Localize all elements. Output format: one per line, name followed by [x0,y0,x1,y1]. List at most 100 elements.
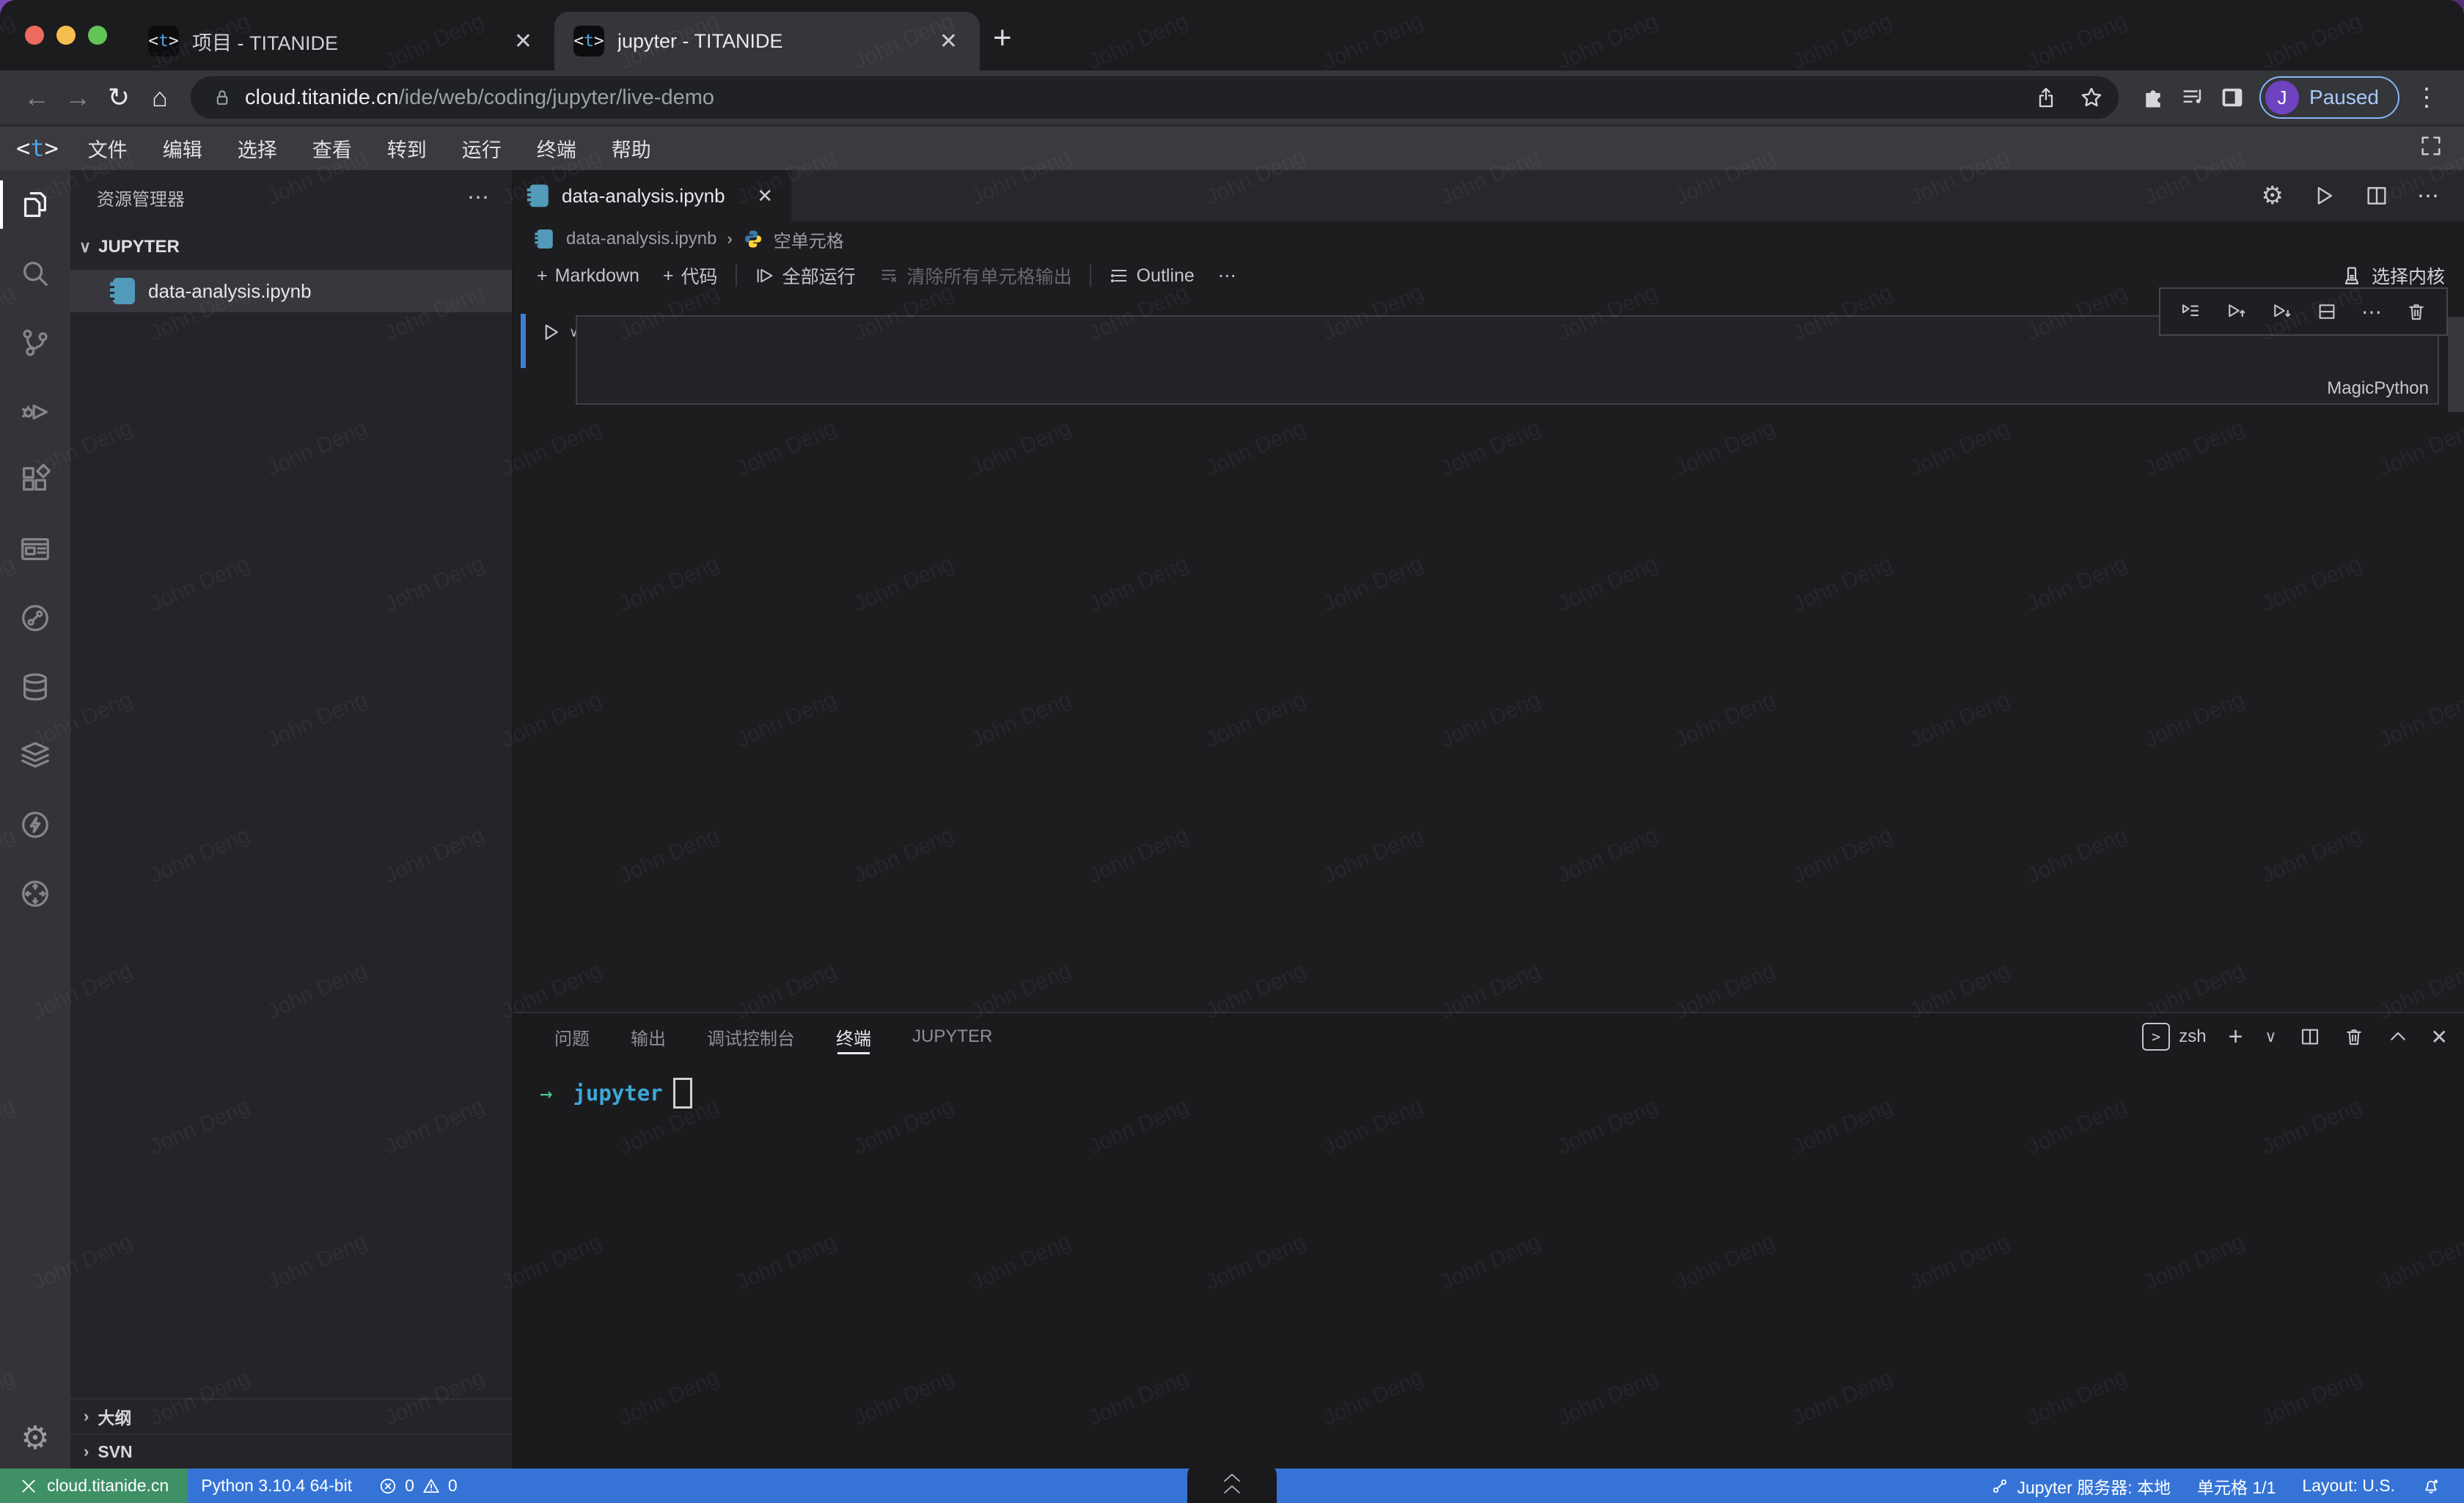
scrollbar-thumb[interactable] [2448,317,2464,412]
notebook-file-icon [537,229,553,249]
run-by-line-icon[interactable] [2179,301,2201,323]
forward-icon[interactable]: → [57,77,98,118]
section-outline[interactable]: › 大纲 [70,1398,512,1433]
menu-help[interactable]: 帮助 [594,126,669,170]
execute-below-icon[interactable] [2270,301,2292,323]
profile-chip[interactable]: J Paused [2259,76,2399,119]
close-panel-icon[interactable]: ✕ [2431,1025,2448,1049]
explorer-sidebar: 资源管理器 ⋯ ∨ JUPYTER data-analysis.ipynb › … [70,170,513,1469]
browser-preview-icon[interactable] [0,515,70,584]
remote-indicator[interactable]: cloud.titanide.cn [0,1469,188,1503]
lightning-icon[interactable] [0,790,70,859]
section-svn[interactable]: › SVN [70,1433,512,1469]
address-bar[interactable]: cloud.titanide.cn/ide/web/coding/jupyter… [191,76,2119,119]
back-icon[interactable]: ← [16,77,57,118]
expand-panel-button[interactable] [1187,1463,1277,1503]
editor-more-icon[interactable]: ⋯ [2417,183,2441,209]
close-tab-icon[interactable]: ✕ [511,29,535,54]
reload-icon[interactable]: ↻ [98,77,139,118]
browser-tab-jupyter[interactable]: <t> jupyter - TITANIDE ✕ [554,12,980,70]
run-all-icon [755,265,775,286]
maximize-panel-icon[interactable] [2387,1026,2409,1048]
terminal-dropdown-icon[interactable]: ∨ [2265,1027,2276,1046]
split-cell-icon[interactable] [2316,301,2338,323]
fullscreen-icon[interactable] [2419,133,2464,163]
panel-tab-output[interactable]: 输出 [631,1013,666,1060]
cell-language-mode[interactable]: MagicPython [2327,378,2429,399]
home-icon[interactable]: ⌂ [139,77,180,118]
notebook-canvas[interactable]: ∨ MagicPython ⋯ [513,295,2464,1012]
resource-monitor-icon[interactable] [0,859,70,928]
split-editor-icon[interactable] [2364,183,2389,208]
browser-window: <t> 项目 - TITANIDE ✕ <t> jupyter - TITANI… [0,0,2464,1503]
run-notebook-icon[interactable] [2311,183,2336,208]
zoom-window-button[interactable] [88,26,107,45]
explorer-icon[interactable] [0,170,70,239]
shell-selector[interactable]: > zsh [2142,1023,2206,1051]
menu-file[interactable]: 文件 [70,126,145,170]
notifications-bell[interactable] [2408,1477,2454,1496]
jupyter-server-indicator[interactable]: Jupyter 服务器: 本地 [1977,1474,2184,1499]
bookmark-star-icon[interactable] [2072,78,2111,117]
media-controls-icon[interactable] [2173,78,2212,117]
run-debug-icon[interactable] [0,377,70,446]
menu-terminal[interactable]: 终端 [519,126,594,170]
terminal-command: jupyter [573,1081,662,1106]
menu-selection[interactable]: 选择 [220,126,295,170]
run-all-button[interactable]: 全部运行 [743,262,868,289]
browser-tab-project[interactable]: <t> 项目 - TITANIDE ✕ [129,12,554,70]
extensions-puzzle-icon[interactable] [2133,78,2173,117]
search-icon[interactable] [0,239,70,308]
close-tab-icon[interactable]: ✕ [936,29,961,54]
side-panel-icon[interactable] [2212,78,2252,117]
python-version[interactable]: Python 3.10.4 64-bit [188,1469,365,1503]
close-window-button[interactable] [25,26,44,45]
minimize-window-button[interactable] [56,26,76,45]
close-editor-icon[interactable]: ✕ [754,185,776,207]
menu-view[interactable]: 查看 [295,126,370,170]
kill-terminal-icon[interactable] [2343,1026,2365,1048]
url-path: /ide/web/coding/jupyter/live-demo [399,86,714,110]
cell-indicator[interactable]: 单元格 1/1 [2184,1474,2289,1499]
menu-edit[interactable]: 编辑 [145,126,220,170]
file-item-notebook[interactable]: data-analysis.ipynb [70,270,512,312]
database-icon[interactable] [0,653,70,721]
breadcrumb-cell[interactable]: 空单元格 [774,227,844,252]
panel-tab-terminal[interactable]: 终端 [836,1013,871,1060]
add-markdown-button[interactable]: +Markdown [525,265,651,287]
source-control-icon[interactable] [0,308,70,377]
notebook-settings-gear-icon[interactable]: ⚙ [2262,181,2284,210]
layers-icon[interactable] [0,721,70,790]
titanide-favicon: <t> [148,26,179,56]
terminal-content[interactable]: → jupyter [513,1060,2464,1109]
explorer-more-icon[interactable]: ⋯ [467,185,491,210]
keyboard-layout-indicator[interactable]: Layout: U.S. [2289,1476,2408,1496]
breadcrumb-file[interactable]: data-analysis.ipynb [566,229,716,249]
toolbar-more-icon[interactable]: ⋯ [1206,265,1248,287]
manage-gear-icon[interactable]: ⚙ [21,1419,49,1457]
split-terminal-icon[interactable] [2299,1026,2321,1048]
problems-indicator[interactable]: 0 0 [365,1469,471,1503]
cell-more-icon[interactable]: ⋯ [2361,300,2382,324]
share-icon[interactable] [2026,78,2066,117]
menu-goto[interactable]: 转到 [370,126,444,170]
browser-menu-icon[interactable]: ⋮ [2407,83,2448,112]
git-graph-icon[interactable] [0,584,70,653]
add-code-button[interactable]: +代码 [651,262,730,289]
panel-tab-jupyter[interactable]: JUPYTER [912,1013,992,1060]
new-tab-button[interactable]: + [993,16,1012,60]
run-cell-button[interactable]: ∨ [540,321,579,343]
extensions-icon[interactable] [0,446,70,515]
menu-run[interactable]: 运行 [444,126,519,170]
delete-cell-icon[interactable] [2405,301,2427,323]
select-kernel-button[interactable]: 选择内核 [2341,262,2464,289]
execute-above-icon[interactable] [2225,301,2247,323]
editor-tab-notebook[interactable]: data-analysis.ipynb ✕ [513,170,792,221]
titanide-logo: <t> [0,134,70,162]
chevron-right-icon: › [84,1407,89,1426]
panel-tab-debug-console[interactable]: 调试控制台 [707,1013,795,1060]
new-terminal-icon[interactable]: + [2229,1023,2243,1051]
section-jupyter[interactable]: ∨ JUPYTER [70,224,512,270]
panel-tab-problems[interactable]: 问题 [554,1013,590,1060]
outline-button[interactable]: Outline [1097,265,1206,287]
